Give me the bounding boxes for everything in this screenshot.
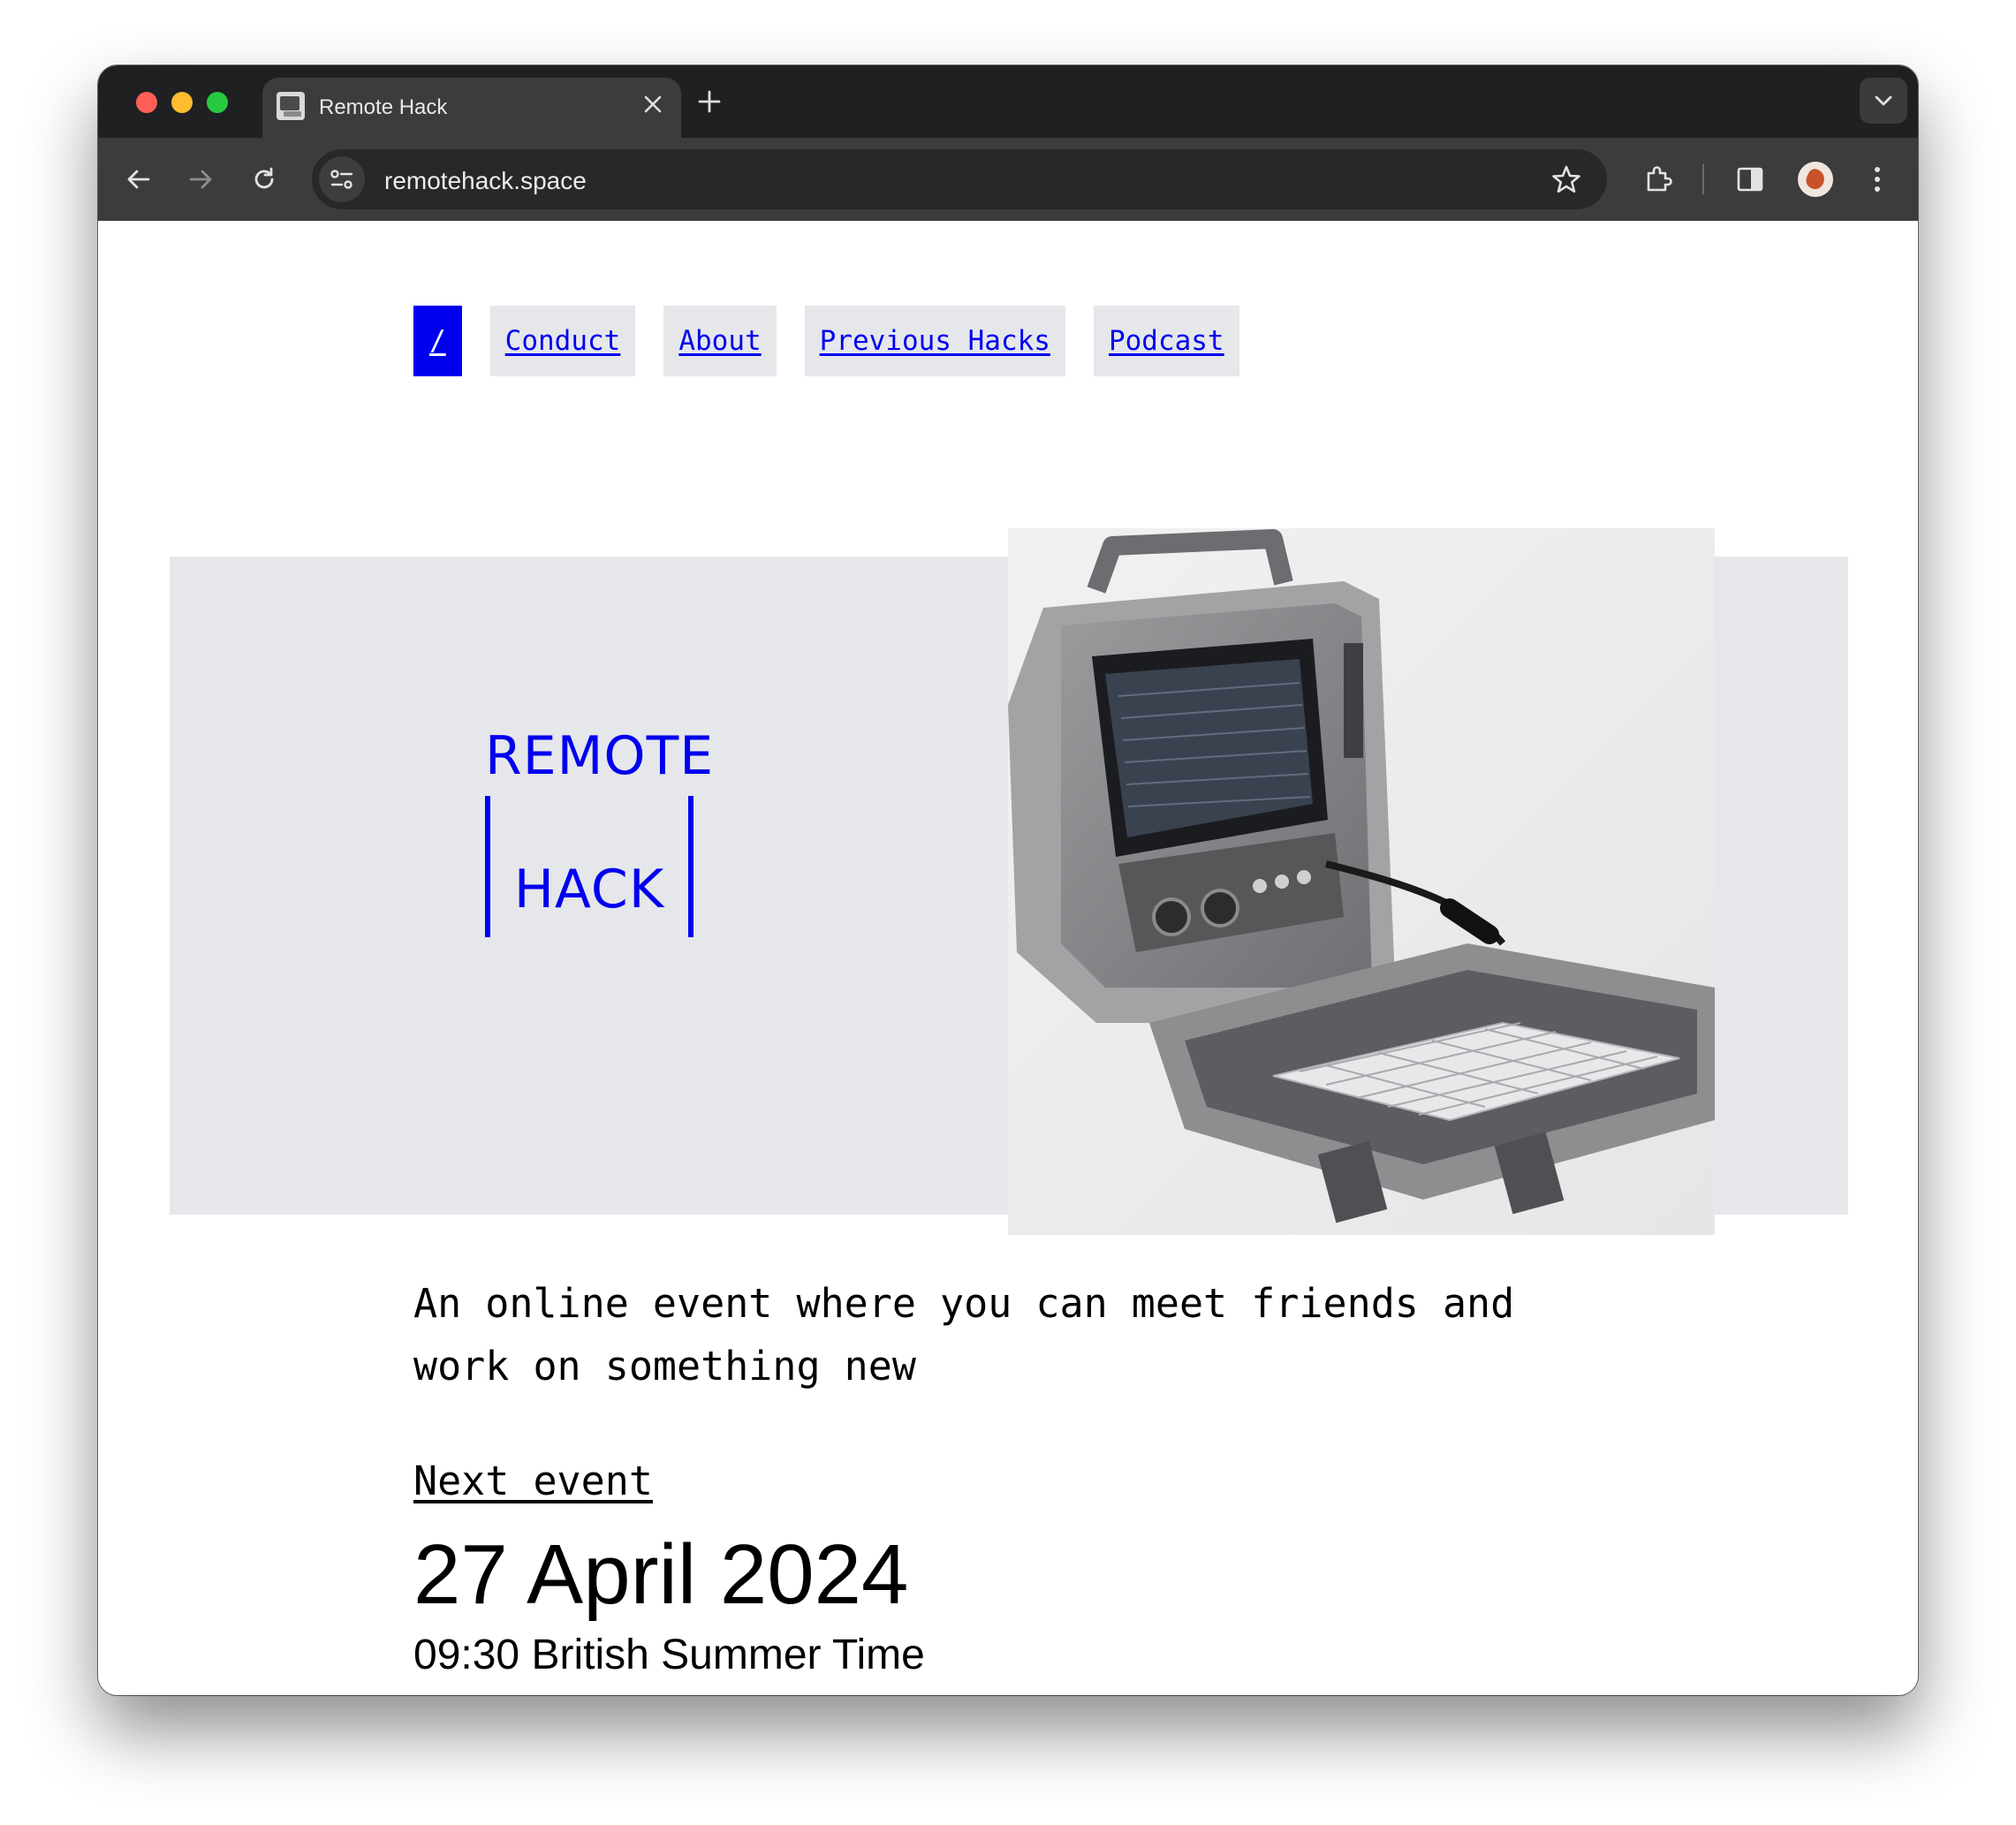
site-info-button[interactable] [319,156,365,202]
tab-remote-hack[interactable]: Remote Hack [262,78,681,138]
arrow-left-icon [127,170,150,189]
nav-link-home[interactable]: / [413,306,462,376]
close-window-button[interactable] [136,92,157,113]
url-text[interactable]: remotehack.space [384,167,587,195]
nav-link-previous-hacks[interactable]: Previous Hacks [804,306,1065,376]
web-page: / Conduct About Previous Hacks Podcast R… [98,221,1918,1695]
reload-button[interactable] [243,158,285,201]
side-panel-icon [1737,167,1763,192]
address-bar[interactable]: remotehack.space [312,149,1607,209]
site-nav: / Conduct About Previous Hacks Podcast [413,306,1268,376]
site-logo: REMOTE HACK [485,725,715,937]
star-icon [1552,165,1580,193]
event-time: 09:30 British Summer Time [413,1632,925,1678]
nav-link-conduct[interactable]: Conduct [489,306,636,376]
chevron-down-icon [1875,95,1892,106]
nav-link-podcast[interactable]: Podcast [1093,306,1239,376]
nav-link-about[interactable]: About [663,306,777,376]
tab-search-button[interactable] [1860,78,1907,124]
puzzle-icon [1647,166,1672,192]
browser-menu-button[interactable] [1856,158,1899,201]
profile-avatar[interactable] [1798,162,1833,197]
extensions-button[interactable] [1637,158,1679,201]
more-vert-icon [1875,167,1880,192]
favicon-icon [277,92,305,120]
tab-title: Remote Hack [319,95,448,119]
back-button[interactable] [117,158,160,201]
tagline: An online event where you can meet frien… [413,1280,1515,1390]
browser-window: Remote Hack remotehack.space / Conduct A… [98,65,1918,1695]
hero-image-portable-computer [1008,528,1715,1235]
logo-word-hack: HACK [513,859,665,920]
event-date: 27 April 2024 [413,1527,909,1622]
bookmark-button[interactable] [1549,162,1584,197]
side-panel-button[interactable] [1729,158,1771,201]
maximize-window-button[interactable] [207,92,228,113]
browser-toolbar: remotehack.space [98,138,1918,221]
tune-icon [330,170,353,189]
forward-button[interactable] [179,158,222,201]
tab-bar: Remote Hack [98,65,1918,138]
arrow-right-icon [189,170,212,189]
toolbar-divider [1702,164,1704,194]
logo-word-remote: REMOTE [485,725,715,787]
close-icon[interactable] [637,90,669,122]
minimize-window-button[interactable] [171,92,193,113]
new-tab-button[interactable] [690,83,729,122]
reload-icon [254,167,274,189]
logo-frame: HACK [485,796,693,937]
next-event-link[interactable]: Next event [413,1458,653,1504]
